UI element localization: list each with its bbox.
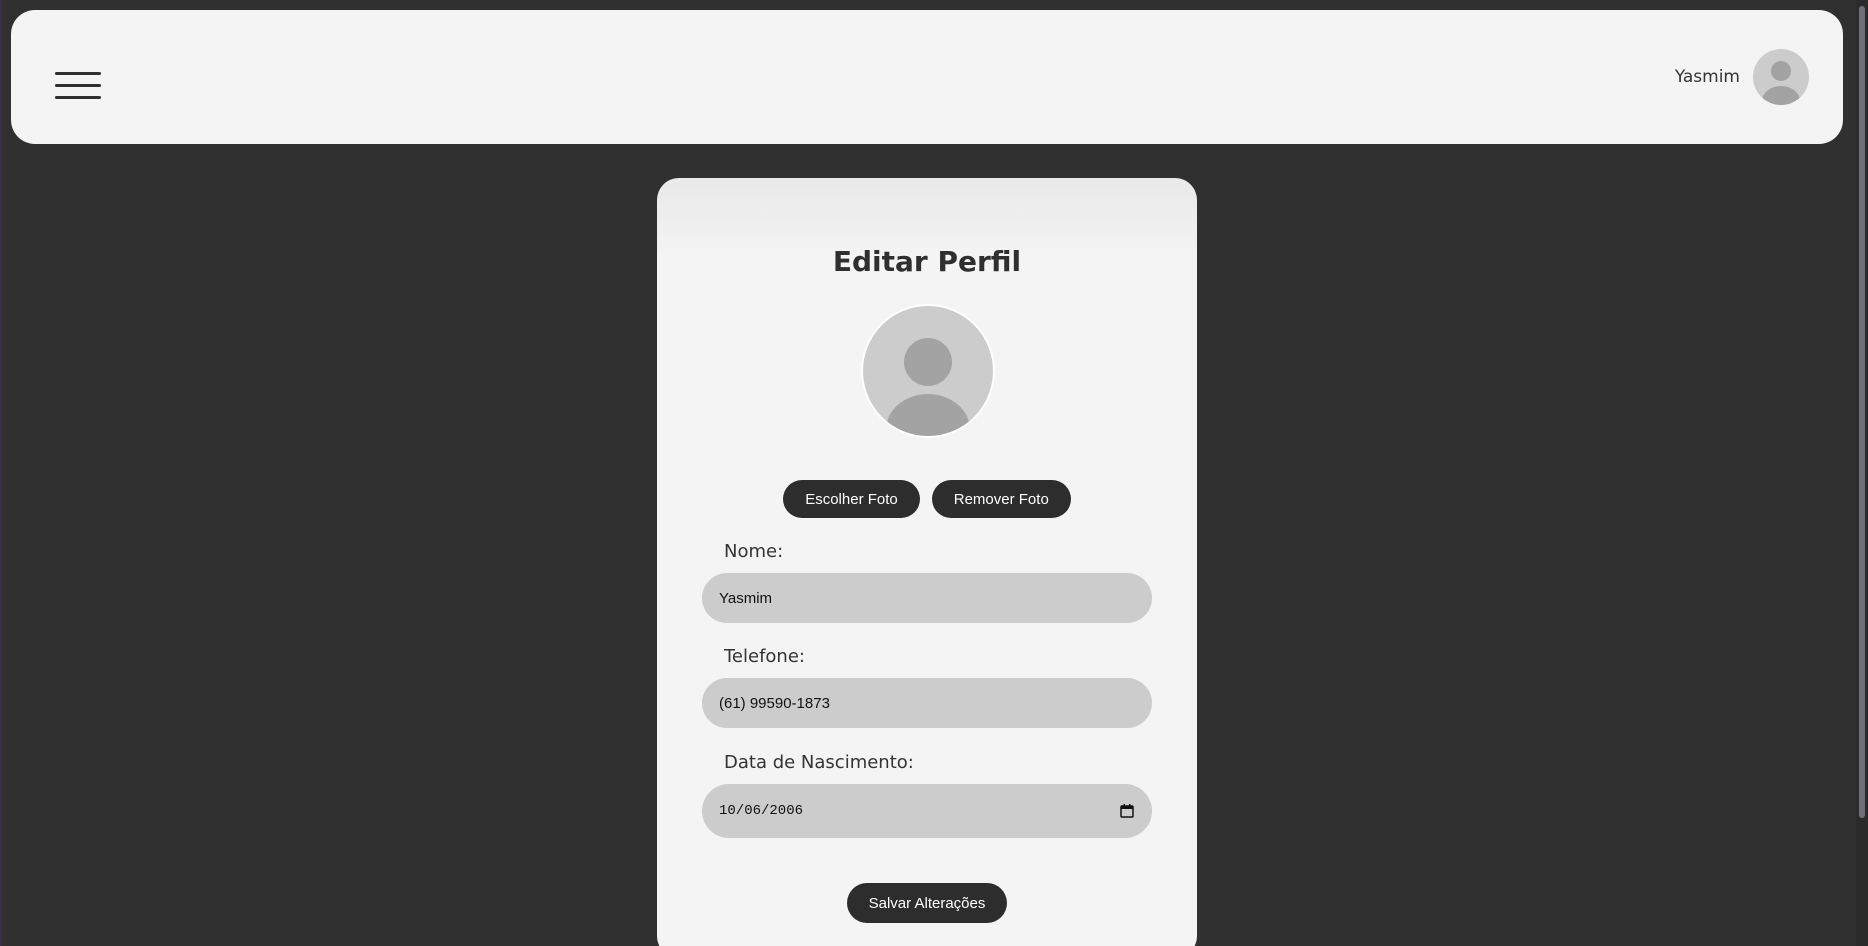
- photo-actions: Escolher Foto Remover Foto: [657, 480, 1197, 518]
- phone-label: Telefone:: [724, 646, 805, 667]
- calendar-icon[interactable]: [1119, 803, 1135, 819]
- phone-value: (61) 99590-1873: [719, 694, 830, 712]
- user-avatar-icon[interactable]: [1753, 49, 1809, 105]
- user-menu[interactable]: Yasmim: [1675, 49, 1809, 105]
- page-scrollbar[interactable]: [1856, 0, 1868, 946]
- menu-line: [55, 84, 101, 87]
- remove-photo-button[interactable]: Remover Foto: [931, 480, 1071, 518]
- avatar-silhouette: [1762, 61, 1800, 105]
- birth-date-field[interactable]: 10/06/2006: [702, 784, 1152, 838]
- page-title: Editar Perfil: [832, 245, 1022, 278]
- choose-photo-button[interactable]: Escolher Foto: [783, 480, 920, 518]
- top-header: Yasmim: [11, 10, 1843, 144]
- phone-field[interactable]: (61) 99590-1873: [702, 678, 1152, 728]
- profile-photo: [861, 304, 995, 438]
- edit-profile-card: Editar Perfil Escolher Foto Remover Foto…: [657, 178, 1197, 946]
- window-border: [0, 0, 2, 946]
- save-actions: Salvar Alterações: [657, 883, 1197, 923]
- name-value: Yasmim: [719, 589, 773, 607]
- birth-date-label: Data de Nascimento:: [724, 752, 914, 773]
- birth-date-value: 10/06/2006: [719, 803, 804, 819]
- menu-line: [55, 96, 101, 99]
- user-avatar-icon: [886, 338, 970, 436]
- header-user-name: Yasmim: [1674, 67, 1740, 87]
- scrollbar-thumb[interactable]: [1859, 6, 1865, 818]
- hamburger-menu-icon[interactable]: [55, 72, 101, 102]
- name-field[interactable]: Yasmim: [702, 573, 1152, 623]
- name-label: Nome:: [724, 541, 784, 562]
- menu-line: [55, 72, 101, 75]
- save-changes-button[interactable]: Salvar Alterações: [846, 883, 1008, 923]
